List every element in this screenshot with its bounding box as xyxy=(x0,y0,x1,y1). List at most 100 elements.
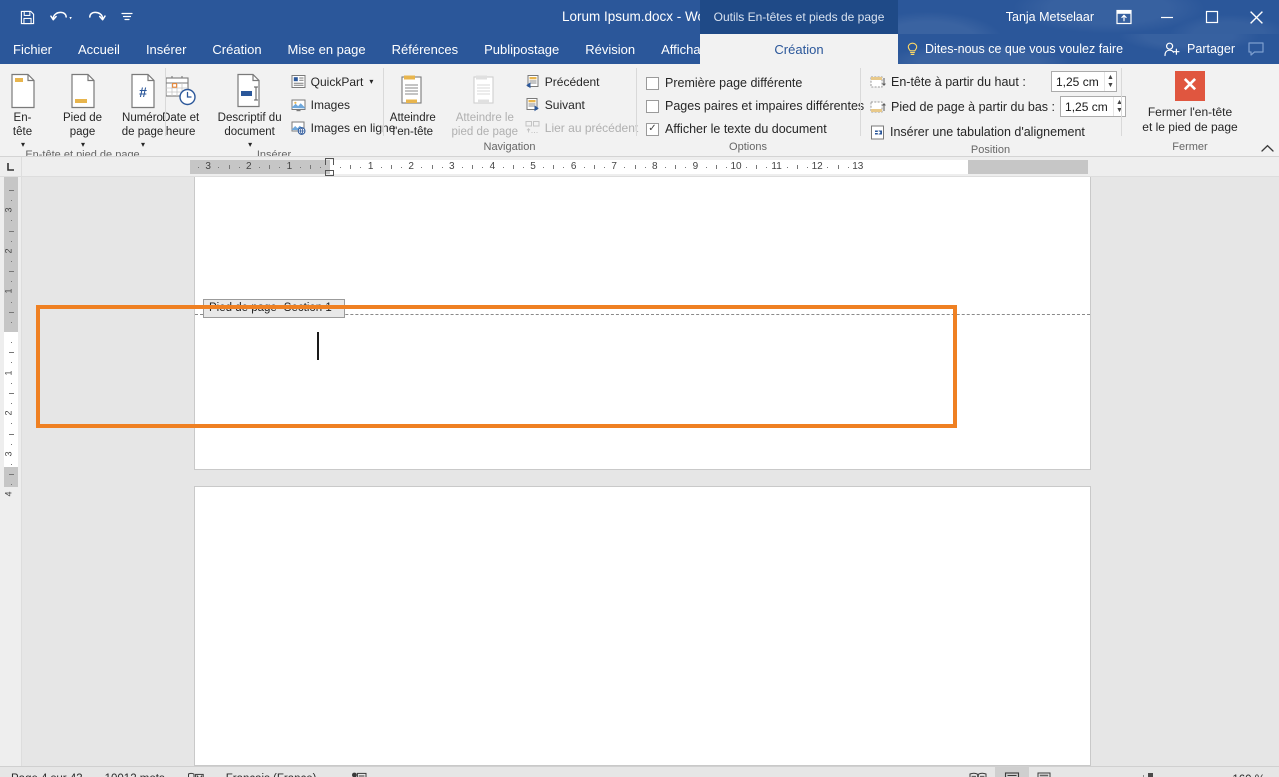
customize-qat-icon[interactable] xyxy=(112,4,142,30)
option-first-page-different[interactable]: Première page différente xyxy=(646,72,802,95)
text-area-zone xyxy=(330,160,968,174)
date-time-icon xyxy=(164,70,198,112)
option-odd-even-different[interactable]: Pages paires et impaires différentes xyxy=(646,95,864,118)
page-2[interactable]: En-tête -Section 2 - Identique au précéd… xyxy=(194,486,1091,766)
date-time-button[interactable]: Date et heure xyxy=(151,67,211,140)
ruler-tick xyxy=(299,167,301,168)
zoom-level[interactable]: 160 % xyxy=(1223,774,1279,777)
chevron-down-icon[interactable]: ▾ xyxy=(21,140,25,150)
print-layout-icon[interactable] xyxy=(995,767,1029,777)
option-label: Afficher le texte du document xyxy=(665,122,827,136)
ruler-tick xyxy=(837,165,839,169)
header-from-top-spinner[interactable]: ▲▼ xyxy=(1051,71,1117,92)
horizontal-ruler[interactable]: 3 2 1 1 2 3 4 5 6 7 8 9 10 11 12 13 xyxy=(22,157,1279,176)
tell-me-search[interactable]: Dites-nous ce que vous voulez faire xyxy=(898,34,1123,64)
zoom-slider[interactable] xyxy=(1091,767,1195,777)
macro-recording-icon[interactable] xyxy=(327,772,378,777)
pages-canvas[interactable]: Pied de page -Section 1 - En-tête -Secti… xyxy=(22,177,1279,766)
language-indicator[interactable]: Français (France) xyxy=(215,773,328,777)
footer-from-bottom-icon xyxy=(870,100,886,114)
vruler-tick xyxy=(9,271,14,273)
tab-revision[interactable]: Révision xyxy=(572,34,648,64)
vertical-ruler[interactable]: 3 2 1 1 2 3 4 xyxy=(0,177,22,766)
checkbox-first-page-different[interactable] xyxy=(646,76,659,90)
goto-header-button[interactable]: Atteindre l'en-tête xyxy=(379,67,447,140)
ruler-tick xyxy=(441,167,443,168)
spinner-arrows[interactable]: ▲ ▼ xyxy=(1104,72,1116,91)
header-button[interactable]: En- tête ▾ xyxy=(0,67,53,149)
link-to-previous-button: Lier au précédent xyxy=(523,116,640,139)
undo-icon[interactable] xyxy=(42,4,82,30)
close-header-footer-icon: ✕ xyxy=(1175,71,1205,101)
checkbox-show-document-text[interactable]: ✓ xyxy=(646,122,659,136)
ruler-tick xyxy=(350,165,352,169)
chevron-down-icon[interactable]: ▾ xyxy=(248,140,252,150)
ribbon-display-options-icon[interactable] xyxy=(1104,0,1144,34)
chevron-down-icon[interactable]: ▾ xyxy=(81,140,85,150)
page-indicator[interactable]: Page 4 sur 43 xyxy=(0,773,94,777)
checkbox-odd-even-different[interactable] xyxy=(646,99,659,113)
tab-mise-en-page[interactable]: Mise en page xyxy=(275,34,379,64)
tab-creation-contextual[interactable]: Création xyxy=(700,34,898,64)
zoom-control: – + xyxy=(1063,767,1223,777)
footer-from-bottom-input[interactable] xyxy=(1061,97,1114,116)
first-line-indent-marker[interactable] xyxy=(325,158,334,165)
web-layout-icon[interactable] xyxy=(1029,767,1063,777)
maximize-button[interactable] xyxy=(1189,0,1234,34)
option-show-document-text[interactable]: ✓ Afficher le texte du document xyxy=(646,118,827,141)
close-header-footer-button[interactable]: ✕ Fermer l'en-tête et le pied de page xyxy=(1135,67,1245,135)
ruler-tick xyxy=(228,165,230,169)
tab-fichier[interactable]: Fichier xyxy=(0,34,65,64)
word-count[interactable]: 10012 mots xyxy=(94,773,176,777)
ribbon-group-navigation: Atteindre l'en-tête Atteindre le pied de… xyxy=(383,64,638,156)
tab-publipostage[interactable]: Publipostage xyxy=(471,34,572,64)
page-1[interactable]: Pied de page -Section 1 - xyxy=(194,177,1091,470)
ribbon-group-inserer: Date et heure Descriptif du document ▾ Q… xyxy=(162,64,395,156)
vruler-tick-label: 3 xyxy=(3,451,14,457)
proofing-errors-icon[interactable] xyxy=(176,772,215,777)
tab-references[interactable]: Références xyxy=(379,34,471,64)
footer-from-bottom-spinner[interactable]: ▲▼ xyxy=(1060,96,1127,117)
zoom-out-button[interactable]: – xyxy=(1069,772,1091,777)
tab-inserer[interactable]: Insérer xyxy=(133,34,199,64)
insert-alignment-tab-label: Insérer une tabulation d'alignement xyxy=(890,125,1085,139)
share-label: Partager xyxy=(1187,42,1235,56)
vruler-tick xyxy=(11,403,12,405)
collapse-ribbon-icon[interactable] xyxy=(1261,144,1274,153)
quickpart-icon xyxy=(291,74,306,89)
minimize-button[interactable] xyxy=(1144,0,1189,34)
read-mode-icon[interactable] xyxy=(961,767,995,777)
vruler-tick-label: 3 xyxy=(3,207,14,213)
tab-accueil[interactable]: Accueil xyxy=(65,34,133,64)
next-button[interactable]: Suivant xyxy=(523,93,640,116)
ruler-tick xyxy=(512,165,514,169)
ribbon-group-title: Fermer xyxy=(1172,141,1208,153)
close-button[interactable] xyxy=(1234,0,1279,34)
pictures-label: Images xyxy=(310,97,350,112)
ruler-tick-label: 7 xyxy=(611,161,617,172)
ruler-tick xyxy=(269,165,271,169)
zoom-slider-thumb[interactable] xyxy=(1148,773,1154,777)
ruler-tick xyxy=(553,165,555,169)
comments-icon[interactable] xyxy=(1241,34,1271,64)
header-from-top-input[interactable] xyxy=(1052,72,1104,91)
user-account-name[interactable]: Tanja Metselaar xyxy=(1006,10,1094,24)
share-button[interactable]: Partager xyxy=(1164,34,1235,64)
date-time-button-label: Date et heure xyxy=(162,112,200,138)
vruler-tick xyxy=(9,352,14,354)
previous-button[interactable]: Précédent xyxy=(523,70,640,93)
ruler-tick xyxy=(756,165,758,169)
insert-alignment-tab-row[interactable]: Insérer une tabulation d'alignement xyxy=(870,119,1085,144)
ruler-tick xyxy=(279,167,281,168)
save-icon[interactable] xyxy=(12,4,42,30)
header-from-top-label: En-tête à partir du haut : xyxy=(891,74,1026,89)
zoom-in-button[interactable]: + xyxy=(1195,772,1217,777)
hanging-indent-marker[interactable] xyxy=(325,170,334,176)
footer-button[interactable]: Pied de page ▾ xyxy=(53,67,113,149)
tab-creation[interactable]: Création xyxy=(199,34,274,64)
tab-stop-selector[interactable] xyxy=(0,157,22,176)
ruler-tick xyxy=(309,165,311,169)
redo-icon[interactable] xyxy=(82,4,112,30)
goto-footer-button: Atteindre le pied de page xyxy=(447,67,523,140)
document-info-button[interactable]: Descriptif du document ▾ xyxy=(211,67,289,149)
